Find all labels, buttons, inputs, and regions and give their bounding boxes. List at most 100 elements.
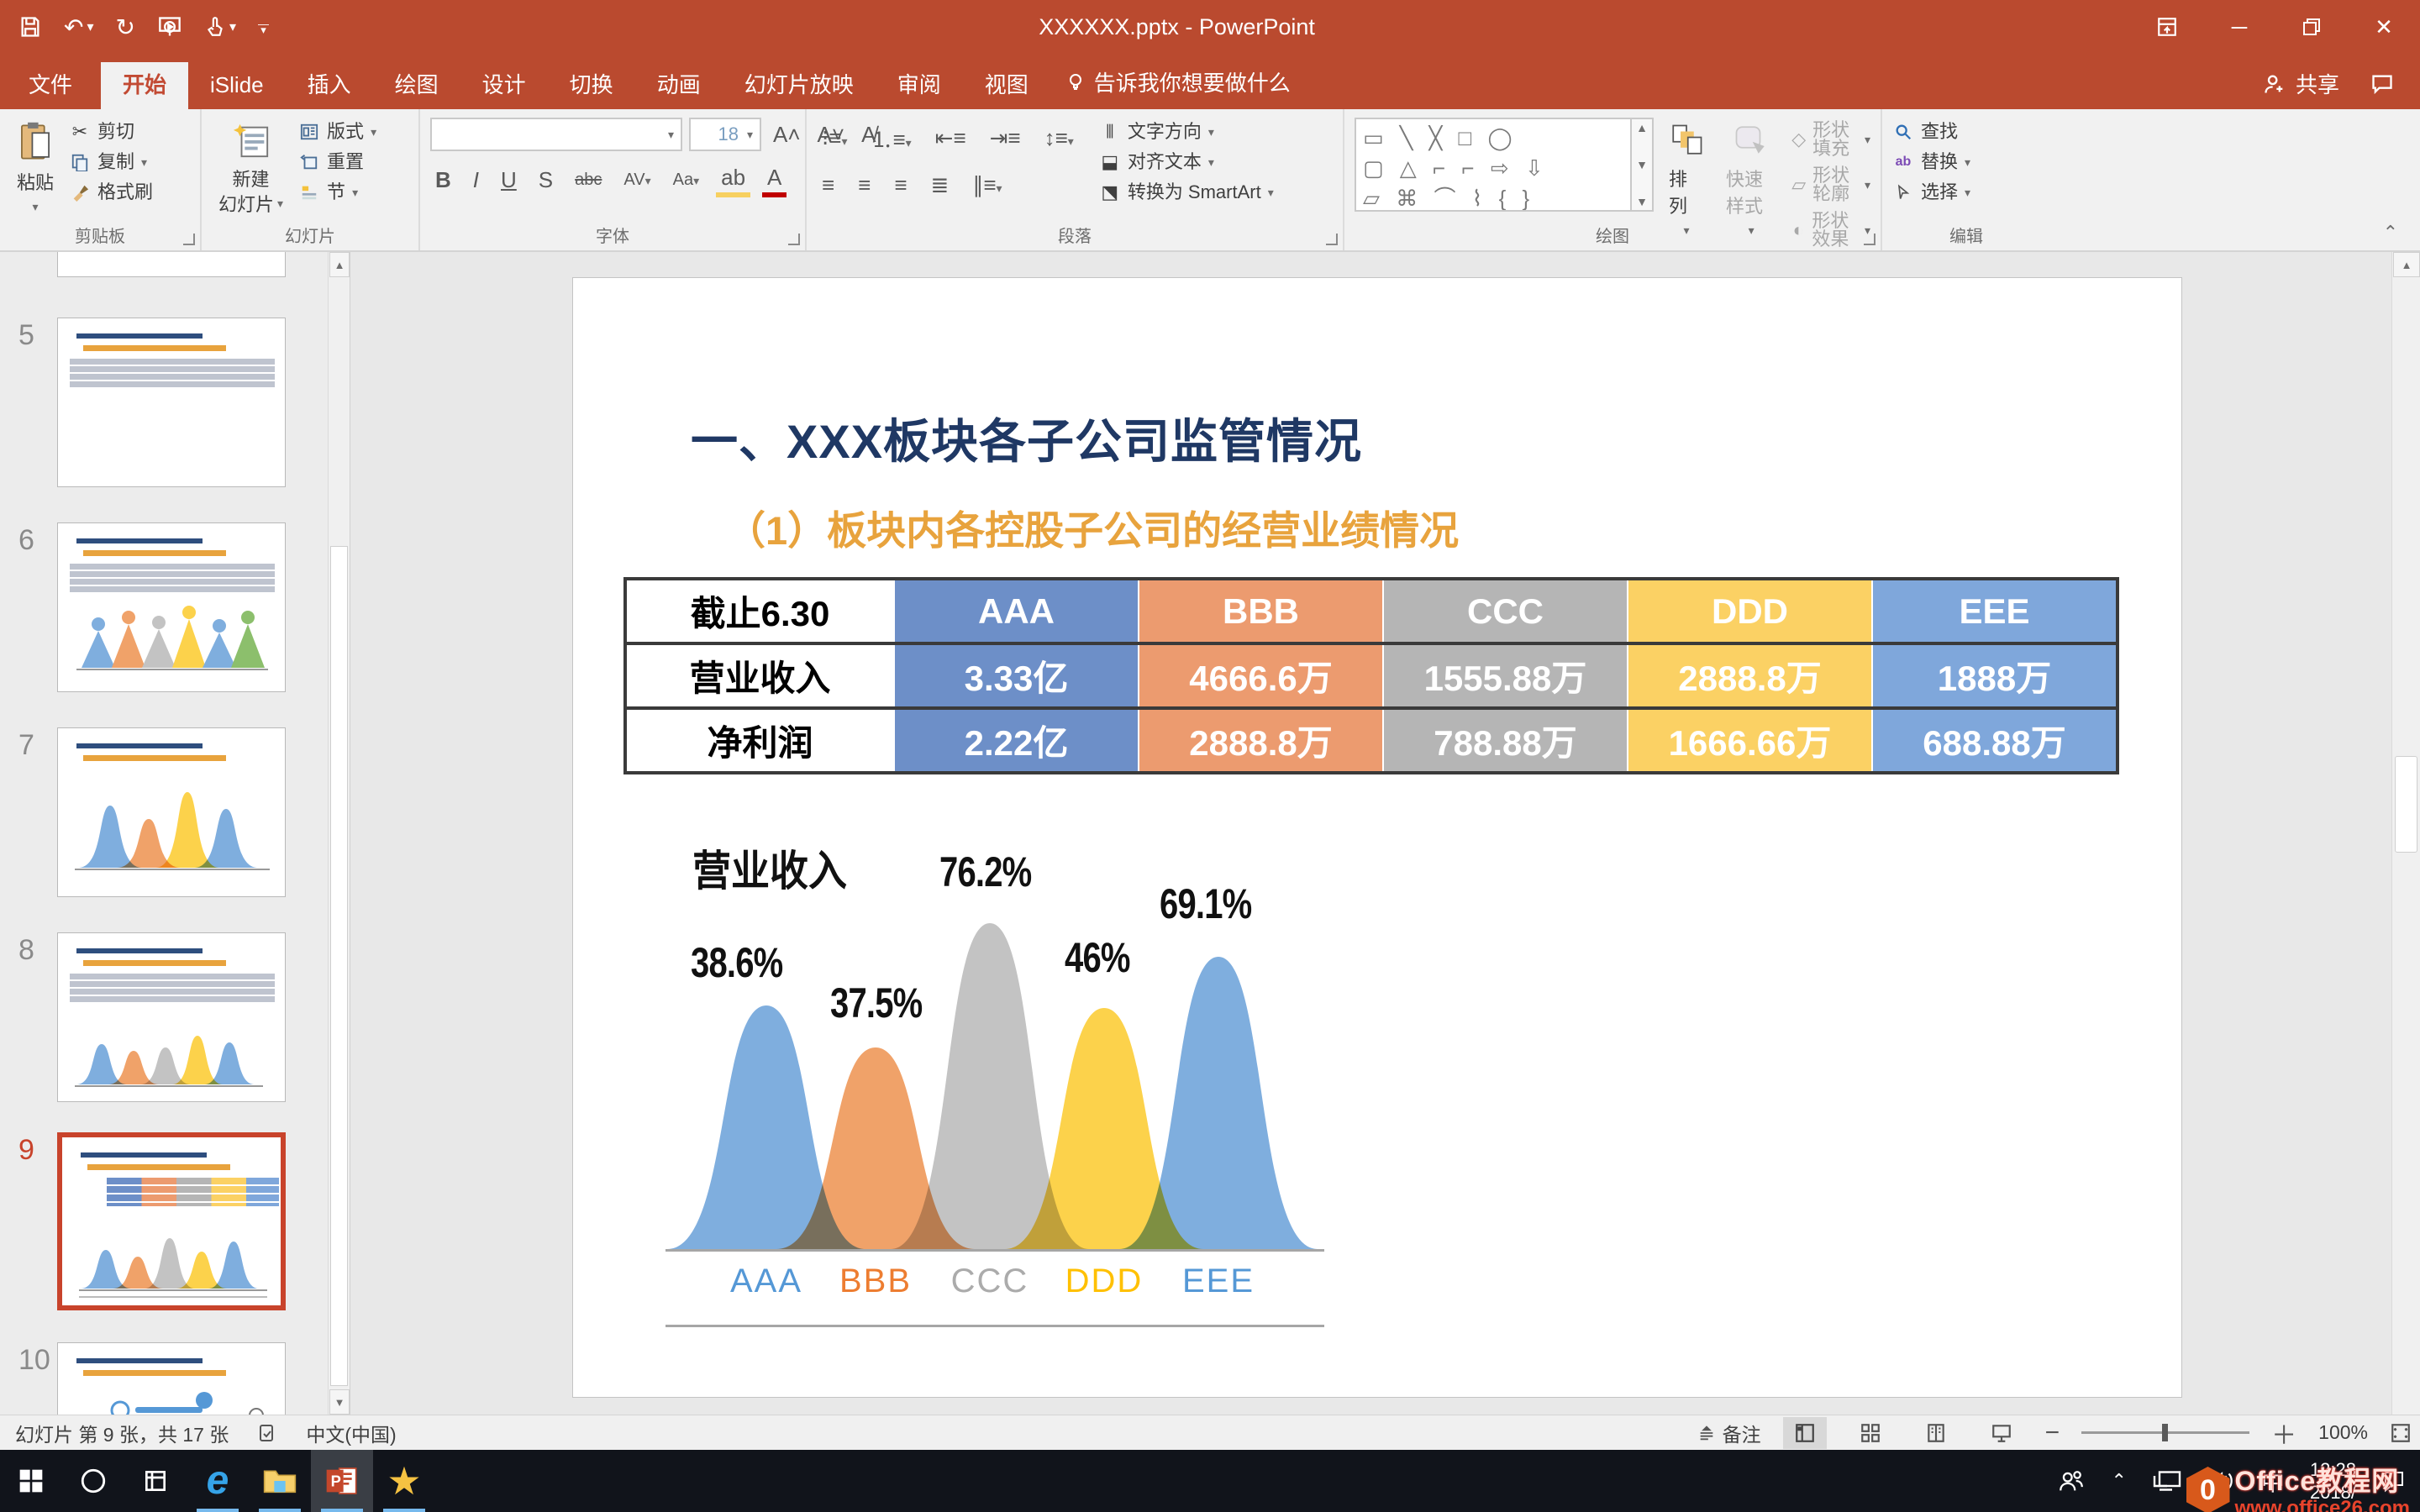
select-button[interactable]: 选择▾ bbox=[1892, 181, 1970, 203]
close-button[interactable]: ✕ bbox=[2348, 0, 2420, 54]
customize-qat-icon[interactable]: —▾ bbox=[258, 18, 269, 37]
bell-curve-chart[interactable] bbox=[657, 896, 1329, 1252]
edge-button[interactable]: e bbox=[187, 1450, 249, 1512]
zoom-slider-thumb[interactable] bbox=[2162, 1424, 2168, 1441]
line-spacing-icon[interactable]: ↕≡▾ bbox=[1039, 123, 1079, 153]
thumbnail-scrollbar[interactable]: ▲ ▼ bbox=[328, 252, 350, 1415]
scroll-up-icon[interactable]: ▲ bbox=[2393, 252, 2420, 277]
touch-mode-button[interactable]: ▾ bbox=[204, 15, 236, 39]
highlight-color-button[interactable]: ab bbox=[716, 163, 750, 197]
tab-review[interactable]: 审阅 bbox=[876, 62, 963, 109]
tab-view[interactable]: 视图 bbox=[963, 62, 1050, 109]
cortana-button[interactable] bbox=[62, 1450, 124, 1512]
tab-home[interactable]: 开始 bbox=[101, 62, 188, 109]
spellcheck-icon[interactable] bbox=[257, 1423, 277, 1443]
task-view-button[interactable] bbox=[124, 1450, 187, 1512]
replace-button[interactable]: ab替换▾ bbox=[1892, 151, 1970, 173]
zoom-level[interactable]: 100% bbox=[2318, 1421, 2368, 1444]
shape-fill-button[interactable]: ◇形状填充▾ bbox=[1791, 121, 1870, 158]
font-dialog-launcher[interactable] bbox=[788, 234, 800, 245]
thumbnail-slide-8[interactable] bbox=[57, 932, 286, 1102]
paragraph-dialog-launcher[interactable] bbox=[1326, 234, 1338, 245]
thumbnail-slide-5[interactable] bbox=[57, 318, 286, 487]
slide-canvas[interactable]: 一、XXX板块各子公司监管情况 （1）板块内各控股子公司的经营业绩情况 截止6.… bbox=[572, 277, 2182, 1398]
bullets-button[interactable]: ⁝≡▾ bbox=[817, 123, 852, 153]
save-icon[interactable] bbox=[18, 15, 42, 39]
fit-to-window-icon[interactable] bbox=[2390, 1422, 2412, 1444]
shapes-gallery-items[interactable]: ▭ ╲ ╳ □ ◯▢ △ ⌐ ⌐ ⇨ ⇩▱ ⌘ ⌒ ⌇ { } bbox=[1355, 118, 1632, 212]
zoom-out-icon[interactable]: − bbox=[2045, 1419, 2060, 1447]
file-explorer-button[interactable] bbox=[249, 1450, 311, 1512]
minimize-button[interactable]: ─ bbox=[2203, 0, 2275, 54]
columns-icon[interactable]: ∥≡▾ bbox=[967, 171, 1007, 200]
chart-title[interactable]: 营业收入 bbox=[692, 837, 847, 898]
section-caret-icon[interactable]: ▾ bbox=[352, 186, 358, 198]
align-text-button[interactable]: ⬓对齐文本▾ bbox=[1099, 151, 1274, 173]
tab-animations[interactable]: 动画 bbox=[635, 62, 723, 109]
text-direction-button[interactable]: ⫴文字方向▾ bbox=[1099, 121, 1274, 143]
thumbnail-slide-9-selected[interactable] bbox=[57, 1132, 286, 1310]
paste-caret-icon[interactable]: ▾ bbox=[32, 200, 38, 214]
copy-button[interactable]: 复制▾ bbox=[69, 151, 153, 173]
comments-icon[interactable] bbox=[2370, 72, 2395, 96]
font-size-combo[interactable]: 18▾ bbox=[689, 118, 761, 151]
redo-button[interactable]: ↻ bbox=[116, 13, 135, 41]
thumbnail-slide-10[interactable] bbox=[57, 1342, 286, 1415]
shape-outline-button[interactable]: ▱形状轮廓▾ bbox=[1791, 166, 1870, 203]
main-scrollbar-thumb[interactable] bbox=[2395, 756, 2417, 853]
char-spacing-button[interactable]: AV▾ bbox=[618, 169, 655, 192]
scroll-up-icon[interactable]: ▲ bbox=[329, 252, 350, 277]
scroll-down-icon[interactable]: ▼ bbox=[329, 1389, 350, 1415]
clipboard-dialog-launcher[interactable] bbox=[183, 234, 195, 245]
zoom-in-icon[interactable]: ＋ bbox=[2271, 1415, 2296, 1452]
zoom-slider[interactable] bbox=[2081, 1431, 2249, 1434]
language-indicator[interactable]: 中文(中国) bbox=[306, 1419, 396, 1447]
slide-subtitle[interactable]: （1）板块内各控股子公司的经营业绩情况 bbox=[726, 498, 1459, 556]
tab-islide[interactable]: iSlide bbox=[188, 62, 286, 109]
font-color-button[interactable]: A bbox=[762, 163, 786, 197]
numbering-button[interactable]: ⒈≡▾ bbox=[865, 121, 916, 155]
increase-font-icon[interactable]: A˄ bbox=[768, 120, 806, 150]
thumbnail-slide-6[interactable] bbox=[57, 522, 286, 692]
justify-icon[interactable]: ≣ bbox=[926, 171, 955, 200]
tab-insert[interactable]: 插入 bbox=[286, 62, 373, 109]
thumbnail-slide-4-partial[interactable] bbox=[57, 252, 286, 277]
layout-caret-icon[interactable]: ▾ bbox=[371, 126, 376, 138]
notes-button[interactable]: 备注 bbox=[1697, 1419, 1761, 1447]
drawing-dialog-launcher[interactable] bbox=[1864, 234, 1876, 245]
slide-title[interactable]: 一、XXX板块各子公司监管情况 bbox=[691, 404, 1362, 472]
people-icon[interactable] bbox=[2057, 1468, 2086, 1494]
section-button[interactable]: 节▾ bbox=[298, 181, 376, 203]
bold-button[interactable]: B bbox=[430, 165, 456, 195]
slide-table[interactable]: 截止6.30 AAA BBB CCC DDD EEE 营业收入 3.33亿 46… bbox=[623, 577, 2119, 774]
main-scrollbar[interactable]: ▲ bbox=[2391, 252, 2420, 1415]
hidden-icons-chevron[interactable]: ⌃ bbox=[2111, 1470, 2126, 1492]
change-case-button[interactable]: Aa▾ bbox=[668, 169, 705, 192]
network-icon[interactable] bbox=[2152, 1468, 2182, 1494]
font-name-combo[interactable]: ▾ bbox=[430, 118, 682, 151]
tell-me-box[interactable]: 告诉我你想要做什么 bbox=[1065, 66, 1291, 109]
smartart-button[interactable]: ⬔转换为 SmartArt▾ bbox=[1099, 181, 1274, 203]
powerpoint-taskbar-button[interactable]: P bbox=[311, 1450, 373, 1512]
align-right-icon[interactable]: ≡ bbox=[889, 171, 912, 200]
tab-design[interactable]: 设计 bbox=[460, 62, 548, 109]
slideshow-view-button[interactable] bbox=[1980, 1417, 2023, 1449]
slide-counter[interactable]: 幻灯片 第 9 张，共 17 张 bbox=[15, 1419, 229, 1447]
star-app-button[interactable]: ★ bbox=[373, 1450, 435, 1512]
undo-button[interactable]: ↶▾ bbox=[64, 13, 94, 41]
tab-draw[interactable]: 绘图 bbox=[373, 62, 460, 109]
increase-indent-icon[interactable]: ⇥≡ bbox=[985, 123, 1026, 153]
tab-file[interactable]: 文件 bbox=[0, 62, 101, 109]
shapes-gallery[interactable]: ▭ ╲ ╳ □ ◯▢ △ ⌐ ⌐ ⇨ ⇩▱ ⌘ ⌒ ⌇ { } ▲▼▼ bbox=[1355, 118, 1654, 212]
normal-view-button[interactable] bbox=[1783, 1417, 1827, 1449]
italic-button[interactable]: I bbox=[468, 165, 484, 195]
text-shadow-button[interactable]: S bbox=[534, 165, 558, 195]
start-slideshow-icon[interactable] bbox=[157, 15, 182, 39]
slide-sorter-view-button[interactable] bbox=[1849, 1417, 1892, 1449]
format-painter-button[interactable]: 格式刷 bbox=[69, 181, 153, 203]
decrease-indent-icon[interactable]: ⇤≡ bbox=[930, 123, 971, 153]
cut-button[interactable]: ✂剪切 bbox=[69, 121, 153, 143]
ribbon-display-options-button[interactable] bbox=[2131, 0, 2203, 54]
copy-caret-icon[interactable]: ▾ bbox=[141, 156, 147, 168]
collapse-ribbon-icon[interactable]: ⌃ bbox=[2383, 222, 2398, 244]
